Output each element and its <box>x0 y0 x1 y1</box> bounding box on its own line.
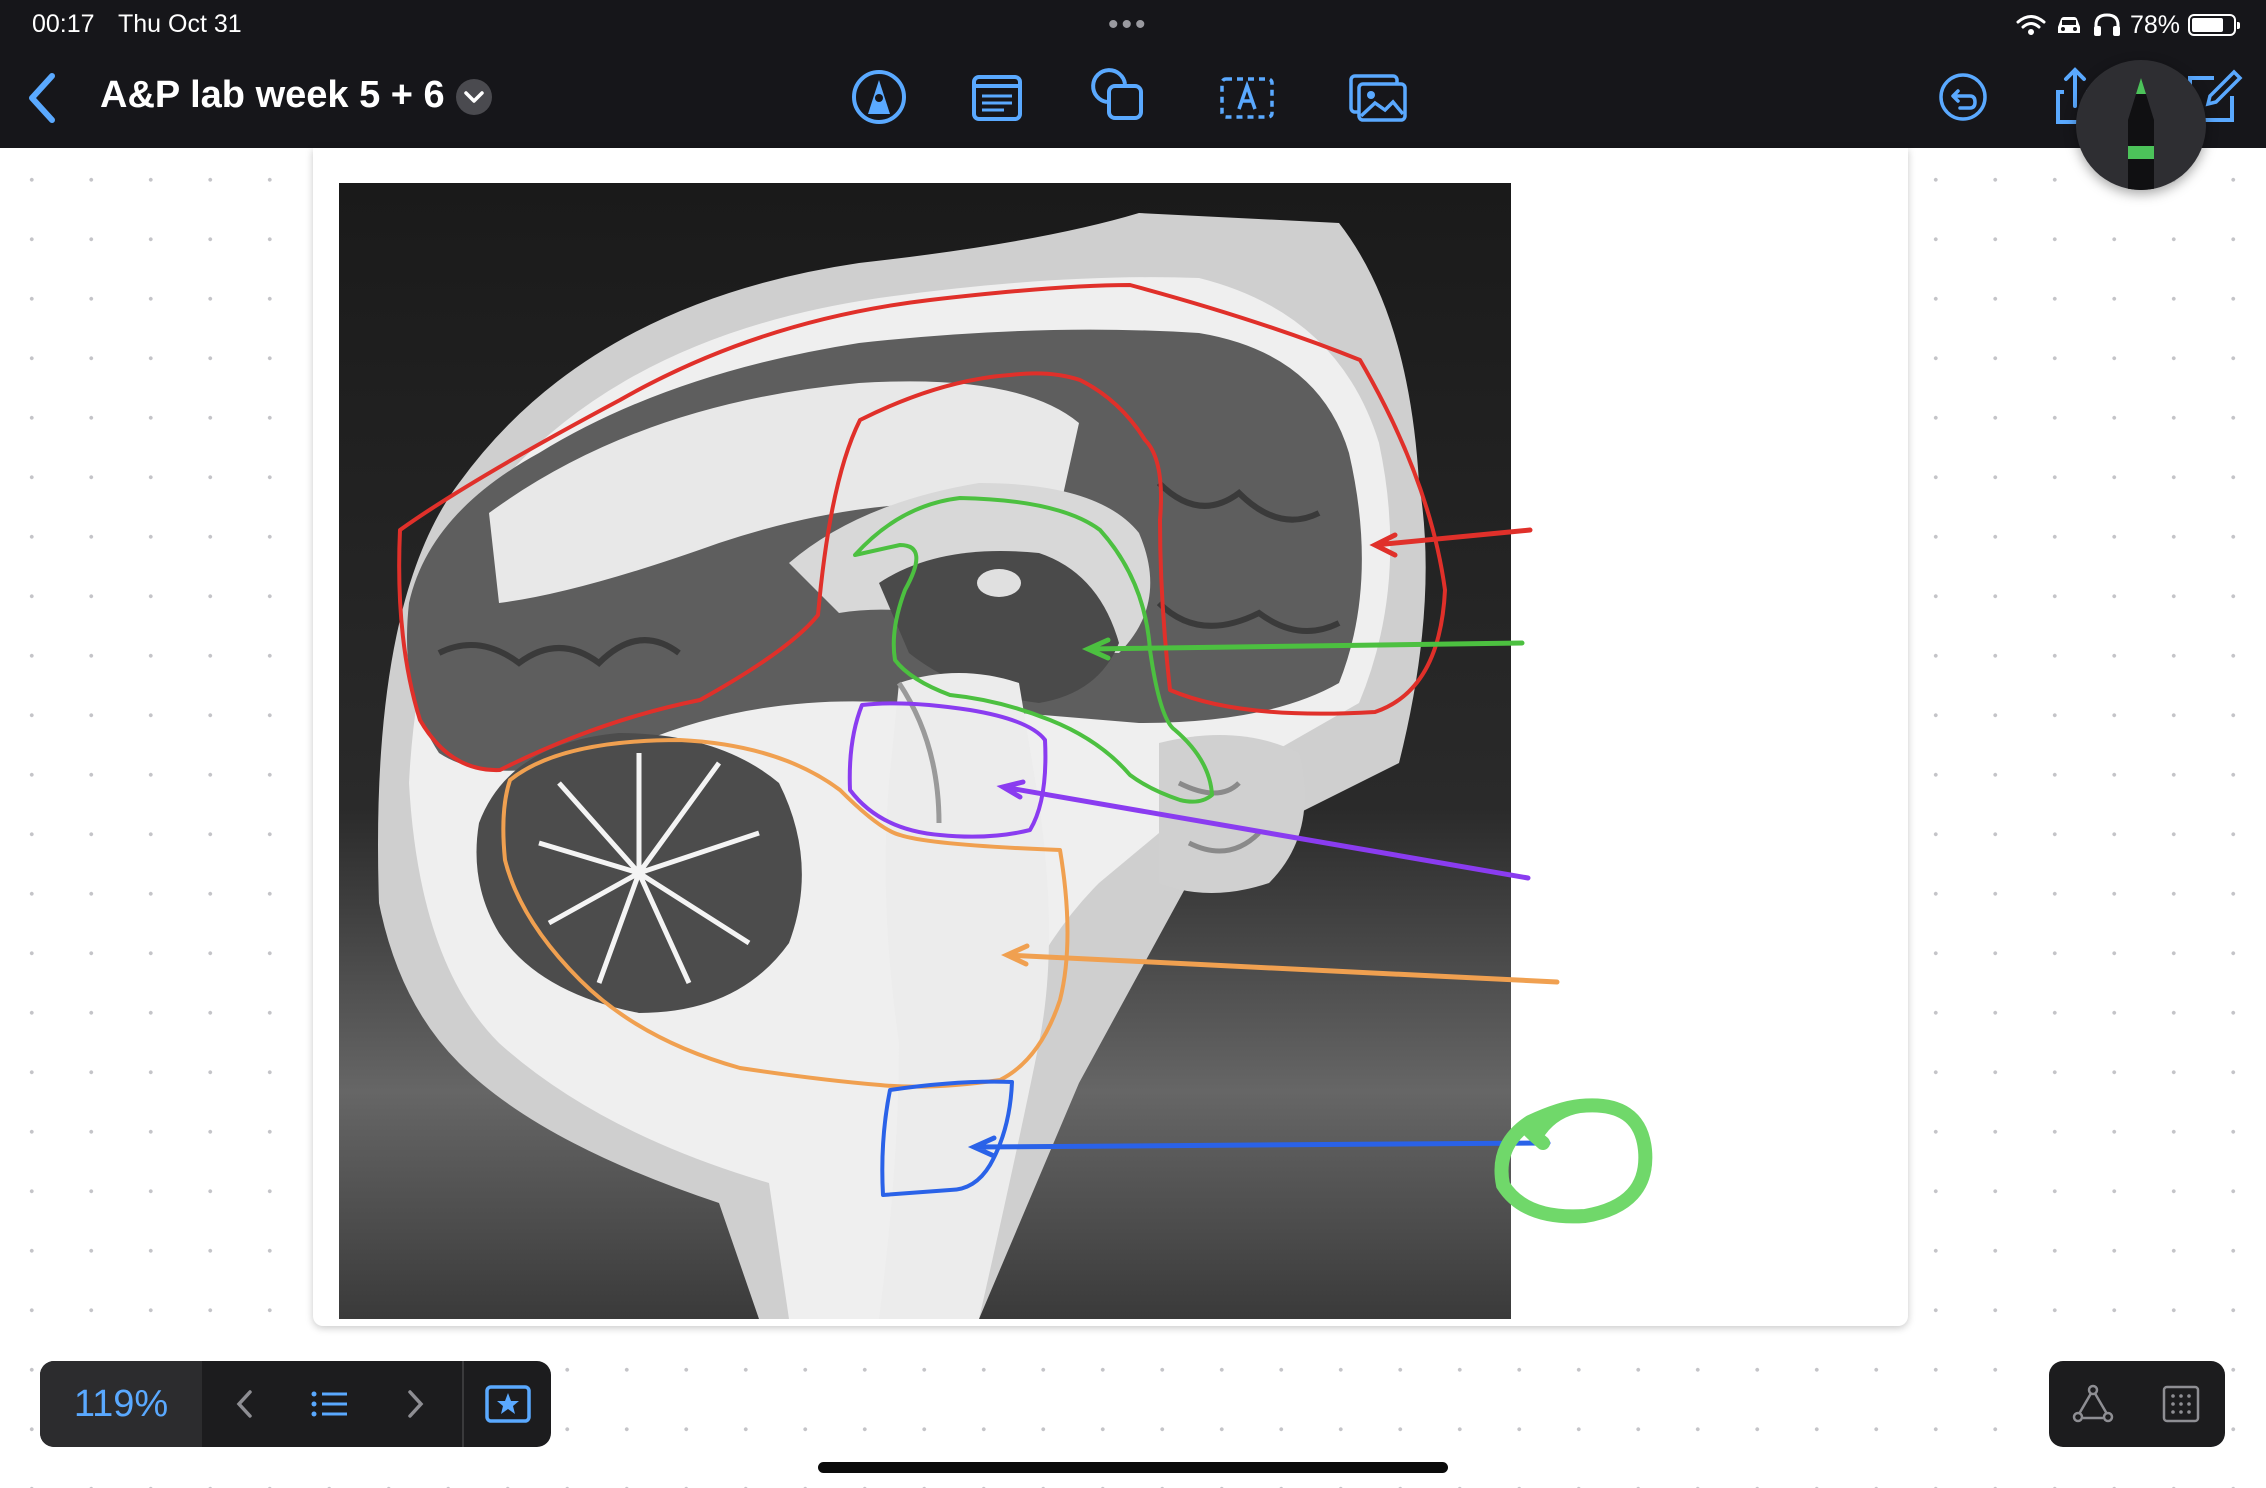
undo-icon <box>1939 73 1987 121</box>
top-bar: 00:17 Thu Oct 31 ••• 78% A&P lab week 5 … <box>0 0 2266 148</box>
text-box-button[interactable] <box>962 62 1032 132</box>
back-button[interactable] <box>20 68 64 128</box>
lasso-button[interactable] <box>2049 1361 2137 1447</box>
wifi-icon <box>2016 15 2046 35</box>
home-indicator[interactable] <box>818 1462 1448 1473</box>
page-list-button[interactable] <box>290 1361 370 1447</box>
chevron-left-icon <box>236 1390 252 1418</box>
battery-percentage: 78% <box>2129 10 2180 39</box>
shapes-button[interactable] <box>1085 62 1155 132</box>
car-icon <box>2057 17 2080 33</box>
chevron-right-icon <box>408 1390 424 1418</box>
status-indicators: 78% <box>2016 8 2240 42</box>
pencil-icon <box>2128 78 2154 190</box>
star-box-icon <box>484 1385 531 1423</box>
chevron-down-icon <box>464 91 484 103</box>
text-field-icon <box>1220 77 1274 119</box>
image-icon <box>1349 74 1407 122</box>
zoom-level[interactable]: 119% <box>40 1361 202 1447</box>
status-time: 00:17 <box>32 10 95 38</box>
next-page-button[interactable] <box>382 1361 448 1447</box>
text-field-button[interactable] <box>1212 62 1282 132</box>
chevron-left-icon <box>29 73 55 123</box>
undo-button[interactable] <box>1928 62 1998 132</box>
grid-icon <box>2162 1385 2200 1423</box>
status-date: Thu Oct 31 <box>118 10 242 38</box>
image-button[interactable] <box>1343 62 1413 132</box>
favorite-button[interactable] <box>464 1361 551 1447</box>
previous-page-button[interactable] <box>212 1361 278 1447</box>
document-title[interactable]: A&P lab week 5 + 6 <box>100 74 445 117</box>
shapes-icon <box>1091 68 1143 120</box>
list-icon <box>311 1391 347 1417</box>
lasso-icon <box>2072 1384 2114 1423</box>
page-navigation-bar: 119% <box>40 1361 551 1447</box>
battery-level-fill <box>2192 18 2224 32</box>
text-box-icon <box>972 75 1022 121</box>
pen-tool-icon <box>852 70 906 124</box>
title-menu-button[interactable] <box>456 79 492 115</box>
brain-sagittal-photo[interactable] <box>339 183 1511 1319</box>
headphones-icon <box>2093 13 2120 36</box>
pencil-indicator[interactable] <box>2076 60 2206 190</box>
page-tools-bar <box>2049 1361 2225 1447</box>
battery-icon <box>2188 14 2240 36</box>
pen-tool-button[interactable] <box>844 62 914 132</box>
multitasking-dots-icon[interactable]: ••• <box>1108 8 1149 42</box>
grid-button[interactable] <box>2137 1361 2225 1447</box>
